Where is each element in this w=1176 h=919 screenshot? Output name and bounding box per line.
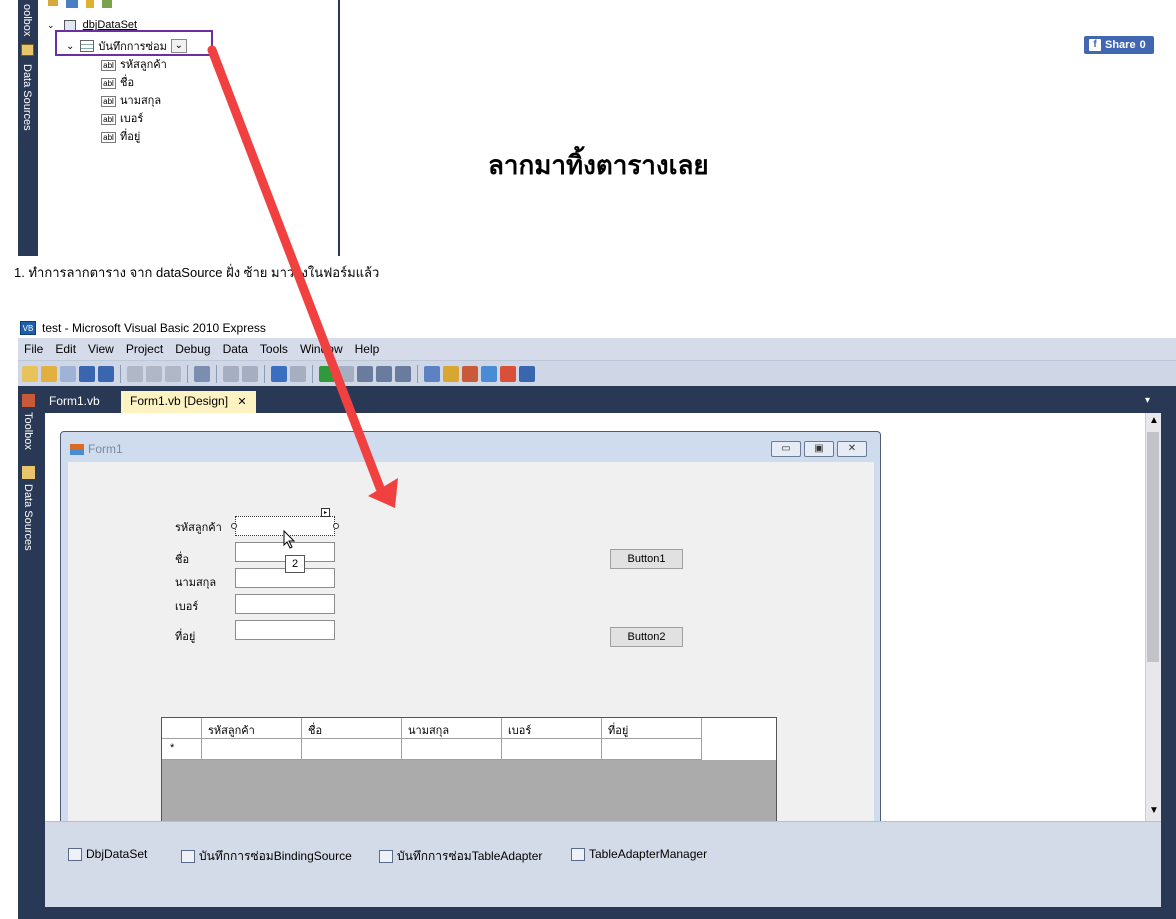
annotation-arrow — [207, 45, 398, 508]
arrow-shaft — [207, 45, 385, 493]
arrow-head — [368, 478, 398, 508]
